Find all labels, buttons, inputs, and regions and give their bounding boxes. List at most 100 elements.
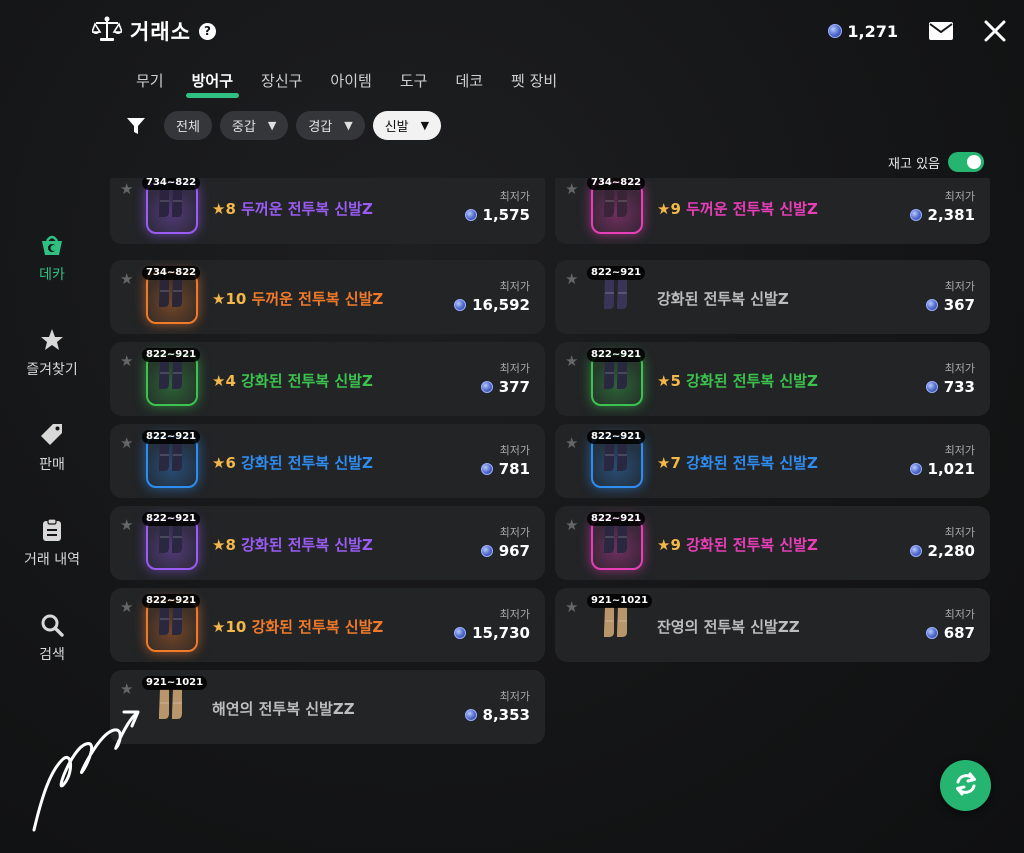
- filter-shoes-dropdown[interactable]: 신발 ▼: [372, 111, 442, 140]
- level-range-badge: 822~921: [587, 348, 646, 362]
- item-card[interactable]: ★ 921~1021 해연의 전투복 신발ZZ 최저가 8,353: [110, 670, 545, 744]
- item-name-text: 강화된 전투복 신발Z: [686, 372, 818, 390]
- currency-display: 1,271: [828, 22, 898, 41]
- favorite-star-icon[interactable]: ★: [565, 180, 578, 198]
- basket-icon: [39, 232, 65, 258]
- boots-icon: [157, 440, 187, 486]
- item-name: ★9 두꺼운 전투복 신발Z: [657, 198, 818, 219]
- item-name-text: 강화된 전투복 신발Z: [251, 618, 384, 636]
- sidebar-item-search[interactable]: 검색: [16, 612, 88, 707]
- clipboard-icon: [39, 517, 65, 543]
- item-name-text: 두꺼운 전투복 신발Z: [251, 290, 384, 308]
- favorite-star-icon[interactable]: ★: [120, 434, 133, 452]
- favorite-star-icon[interactable]: ★: [565, 598, 578, 616]
- item-name-text: 해연의 전투복 신발ZZ: [212, 700, 355, 718]
- boots-icon: [602, 278, 632, 324]
- item-name: ★8 강화된 전투복 신발Z: [212, 534, 373, 555]
- price-value: 367: [943, 296, 975, 314]
- tab-tool[interactable]: 도구: [386, 70, 442, 92]
- item-price: 781: [480, 460, 530, 478]
- sidebar-item-trade-history[interactable]: 거래 내역: [16, 517, 88, 612]
- item-card[interactable]: ★ 921~1021 잔영의 전투복 신발ZZ 최저가 687: [555, 588, 990, 662]
- level-range-badge: 822~921: [142, 348, 201, 362]
- coin-icon: [925, 627, 938, 639]
- item-card[interactable]: ★ 822~921 ★5 강화된 전투복 신발Z 최저가 733: [555, 342, 990, 416]
- filter-heavy-dropdown[interactable]: 중갑 ▼: [219, 111, 289, 140]
- coin-icon: [454, 627, 467, 639]
- level-range-badge: 822~921: [142, 594, 201, 608]
- coin-icon: [925, 299, 938, 311]
- boots-icon: [157, 604, 187, 650]
- item-name-text: 강화된 전투복 신발Z: [241, 454, 373, 472]
- price-value: 2,381: [927, 206, 975, 224]
- sidebar-item-label: 검색: [39, 647, 65, 663]
- item-card[interactable]: ★ 822~921 ★8 강화된 전투복 신발Z 최저가 967: [110, 506, 545, 580]
- item-price: 733: [925, 378, 975, 396]
- favorite-star-icon[interactable]: ★: [565, 352, 578, 370]
- currency-amount: 1,271: [847, 21, 898, 41]
- favorite-star-icon[interactable]: ★: [120, 598, 133, 616]
- item-price: 16,592: [454, 296, 530, 314]
- favorite-star-icon[interactable]: ★: [120, 270, 133, 288]
- toggle-switch[interactable]: [948, 152, 984, 172]
- item-card[interactable]: ★ 822~921 ★10 강화된 전투복 신발Z 최저가 15,730: [110, 588, 545, 662]
- filter-bar: 전체 중갑 ▼ 경갑 ▼ 신발 ▼: [124, 111, 442, 140]
- help-icon[interactable]: ?: [198, 22, 216, 40]
- tab-armor[interactable]: 방어구: [178, 70, 247, 98]
- item-grade: ★8: [212, 200, 236, 218]
- item-card[interactable]: ★ 734~822 ★10 두꺼운 전투복 신발Z 최저가 16,592: [110, 260, 545, 334]
- coin-icon: [909, 545, 922, 557]
- filter-icon[interactable]: [124, 114, 148, 138]
- lowest-price-label: 최저가: [499, 608, 530, 621]
- sidebar: 데카 즐겨찾기 판매 거래 내역 검색: [16, 232, 88, 707]
- filter-all-chip[interactable]: 전체: [164, 111, 212, 140]
- item-name: 잔영의 전투복 신발ZZ: [657, 616, 800, 637]
- chevron-down-icon: ▼: [267, 119, 277, 132]
- item-card[interactable]: ★ 822~921 강화된 전투복 신발Z 최저가 367: [555, 260, 990, 334]
- tab-deco[interactable]: 데코: [441, 70, 497, 92]
- item-card[interactable]: ★ 822~921 ★7 강화된 전투복 신발Z 최저가 1,021: [555, 424, 990, 498]
- item-card[interactable]: ★ 822~921 ★6 강화된 전투복 신발Z 최저가 781: [110, 424, 545, 498]
- item-name: ★6 강화된 전투복 신발Z: [212, 452, 373, 473]
- refresh-button[interactable]: [940, 760, 991, 811]
- tab-item[interactable]: 아이템: [316, 70, 385, 92]
- item-card[interactable]: ★ 734~822 ★9 두꺼운 전투복 신발Z 최저가 2,381: [555, 178, 990, 244]
- item-card[interactable]: ★ 822~921 ★4 강화된 전투복 신발Z 최저가 377: [110, 342, 545, 416]
- item-name: ★8 두꺼운 전투복 신발Z: [212, 198, 373, 219]
- coin-icon: [480, 545, 493, 557]
- level-range-badge: 921~1021: [142, 676, 208, 690]
- item-price: 967: [480, 542, 530, 560]
- favorite-star-icon[interactable]: ★: [565, 434, 578, 452]
- close-icon[interactable]: [984, 20, 1006, 42]
- boots-icon: [157, 358, 187, 404]
- tab-accessory[interactable]: 장신구: [247, 70, 316, 92]
- favorite-star-icon[interactable]: ★: [565, 516, 578, 534]
- item-price: 687: [925, 624, 975, 642]
- coin-icon: [828, 24, 843, 38]
- tab-weapon[interactable]: 무기: [122, 70, 178, 92]
- favorite-star-icon[interactable]: ★: [120, 180, 133, 198]
- price-value: 8,353: [482, 706, 530, 724]
- item-card[interactable]: ★ 734~822 ★8 두꺼운 전투복 신발Z 최저가 1,575: [110, 178, 545, 244]
- in-stock-toggle[interactable]: 재고 있음: [888, 152, 984, 172]
- item-name-text: 두꺼운 전투복 신발Z: [241, 200, 373, 218]
- item-price: 377: [480, 378, 530, 396]
- sidebar-item-favorites[interactable]: 즐겨찾기: [16, 327, 88, 422]
- item-price: 8,353: [464, 706, 530, 724]
- item-grade: ★6: [212, 454, 236, 472]
- favorite-star-icon[interactable]: ★: [120, 516, 133, 534]
- favorite-star-icon[interactable]: ★: [565, 270, 578, 288]
- lowest-price-label: 최저가: [944, 608, 975, 621]
- filter-light-dropdown[interactable]: 경갑 ▼: [296, 111, 365, 140]
- tag-icon: [39, 422, 65, 448]
- level-range-badge: 921~1021: [587, 594, 653, 608]
- price-value: 16,592: [472, 296, 530, 314]
- boots-icon: [602, 186, 632, 232]
- favorite-star-icon[interactable]: ★: [120, 352, 133, 370]
- mail-icon[interactable]: [928, 21, 954, 41]
- sidebar-item-deca[interactable]: 데카: [16, 232, 88, 327]
- tab-pet-equipment[interactable]: 펫 장비: [497, 70, 571, 92]
- sidebar-item-sell[interactable]: 판매: [16, 422, 88, 517]
- favorite-star-icon[interactable]: ★: [120, 680, 133, 698]
- item-card[interactable]: ★ 822~921 ★9 강화된 전투복 신발Z 최저가 2,280: [555, 506, 990, 580]
